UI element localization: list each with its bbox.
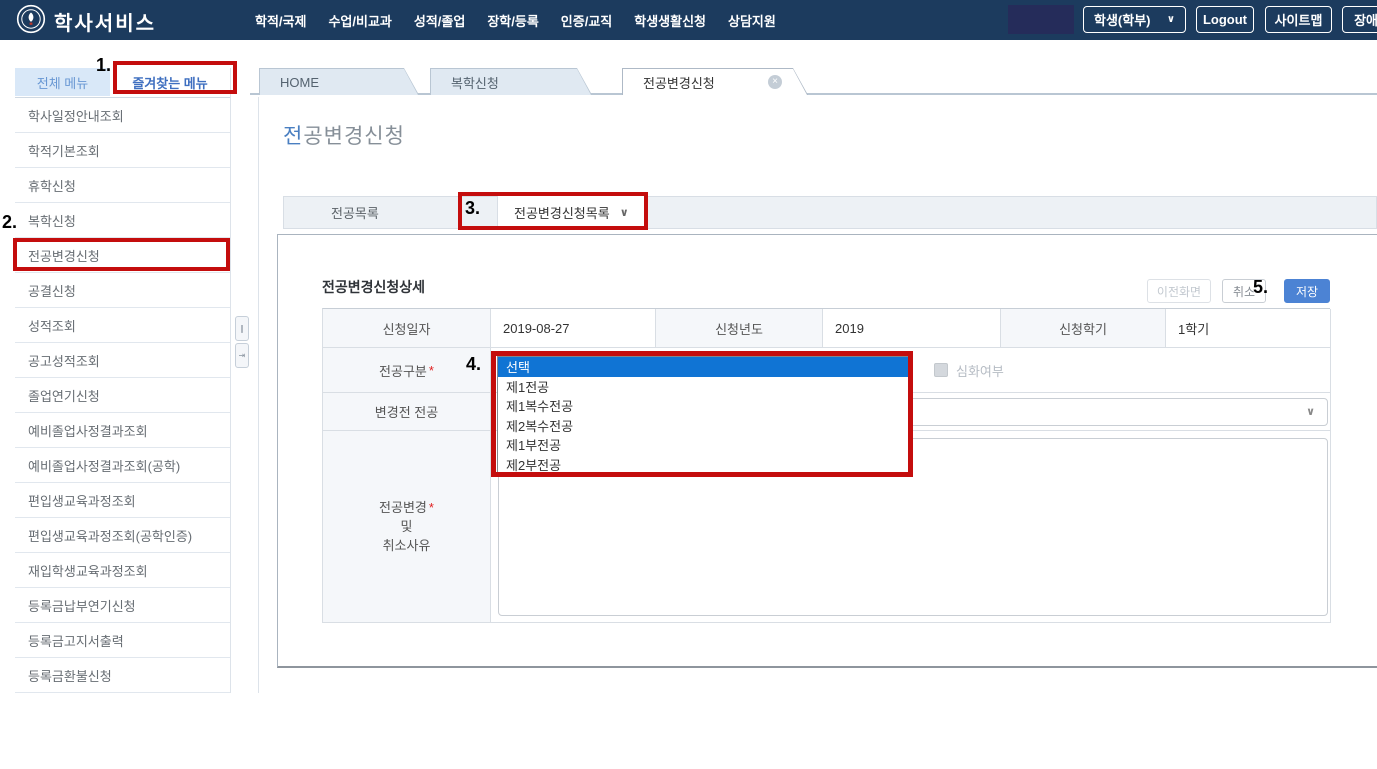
intensive-checkbox[interactable] [934,363,948,377]
academic-services-portal: 학사서비스 학적/국제 수업/비교과 성적/졸업 장학/등록 인증/교직 학생생… [0,0,1377,769]
value-application-year: 2019 [823,309,1001,348]
sidebar-item-return[interactable]: 복학신청 [15,203,230,238]
sidebar-item-leave[interactable]: 휴학신청 [15,168,230,203]
chevron-down-icon: ∨ [1167,14,1175,25]
sidebar-item-record[interactable]: 학적기본조회 [15,133,230,168]
sidebar-resize-handle[interactable]: ∥ [235,316,249,341]
sitemap-button[interactable]: 사이트맵 [1265,6,1332,33]
label-major-type: 전공구분* [323,348,491,393]
subtab-major-list[interactable]: 전공목록 [331,197,379,228]
dropdown-option-double-major2[interactable]: 제2복수전공 [498,416,910,436]
grip-icon: ∥ [240,324,244,333]
sidebar-item-absence[interactable]: 공결신청 [15,273,230,308]
user-name-redacted [1008,5,1074,34]
dropdown-option-minor2[interactable]: 제2부전공 [498,455,910,475]
app-title: 학사서비스 [54,7,156,36]
top-header: 학사서비스 학적/국제 수업/비교과 성적/졸업 장학/등록 인증/교직 학생생… [0,0,1377,40]
value-application-date: 2019-08-27 [491,309,656,348]
nav-item-hakjeok[interactable]: 학적/국제 [255,11,306,30]
subtab-bar: 전공목록 전공변경신청목록 ∨ [283,196,1377,229]
section-title: 전공변경신청상세 [322,277,425,297]
top-nav: 학적/국제 수업/비교과 성적/졸업 장학/등록 인증/교직 학생생활신청 상담… [255,0,776,40]
sidebar-item-pregrad-result-eng[interactable]: 예비졸업사정결과조회(공학) [15,448,230,483]
dropdown-option-double-major1[interactable]: 제1복수전공 [498,396,910,416]
sidebar-tab-favorites[interactable]: 즐겨찾는 메뉴 [110,68,230,96]
major-type-dropdown: 선택 제1전공 제1복수전공 제2복수전공 제1부전공 제2부전공 [497,356,911,475]
role-select-value: 학생(학부) [1094,10,1151,29]
label-previous-major: 변경전 전공 [323,393,491,431]
tab-major-change-application[interactable]: 전공변경신청 × [622,68,808,95]
tab-return-application[interactable]: 복학신청 [430,68,592,95]
intensive-checkbox-wrap: 심화여부 [934,361,1004,380]
cancel-button[interactable]: 취소 [1222,279,1266,303]
dropdown-option-major1[interactable]: 제1전공 [498,377,910,397]
sidebar-tab-all-menu[interactable]: 전체 메뉴 [15,68,110,96]
label-application-semester: 신청학기 [1001,309,1166,348]
sidebar-item-major-change[interactable]: 전공변경신청 [15,238,230,273]
intensive-checkbox-label: 심화여부 [956,361,1004,380]
nav-item-seongjeok[interactable]: 성적/졸업 [414,11,465,30]
tab-home[interactable]: HOME [259,68,419,95]
dropdown-option-minor1[interactable]: 제1부전공 [498,435,910,455]
required-asterisk: * [429,363,434,378]
sidebar-collapse-button[interactable]: ⇥ [235,343,249,368]
nav-item-injeung[interactable]: 인증/교직 [561,11,612,30]
nav-item-sueop[interactable]: 수업/비교과 [328,11,391,30]
subtab-application-list[interactable]: 전공변경신청목록 ∨ [497,196,645,229]
content-divider [258,97,259,693]
collapse-arrow-icon: ⇥ [239,351,246,360]
sidebar-divider [230,68,231,693]
label-application-year: 신청년도 [656,309,823,348]
chevron-down-icon: ∨ [620,206,629,219]
value-application-semester: 1학기 [1166,309,1331,348]
sidebar-item-pregrad-result[interactable]: 예비졸업사정결과조회 [15,413,230,448]
university-seal-icon [16,4,46,39]
sidebar-menu: 학사일정안내조회 학적기본조회 휴학신청 복학신청 전공변경신청 공결신청 성적… [15,97,230,693]
save-button[interactable]: 저장 [1284,279,1330,303]
dropdown-option-select[interactable]: 선택 [498,357,910,377]
sidebar-item-grades[interactable]: 성적조회 [15,308,230,343]
accessibility-button[interactable]: 장애접수 [1342,6,1377,33]
close-tab-icon[interactable]: × [768,75,782,89]
page-title: 전공변경신청 [283,120,405,150]
tabbar-baseline [250,93,1377,95]
sidebar-item-transfer-curriculum[interactable]: 편입생교육과정조회 [15,483,230,518]
chevron-down-icon: ∨ [1306,405,1315,418]
previous-screen-button[interactable]: 이전화면 [1147,279,1211,303]
sidebar-item-readmit-curriculum[interactable]: 재입학생교육과정조회 [15,553,230,588]
logout-button[interactable]: Logout [1196,6,1254,33]
role-select[interactable]: 학생(학부) ∨ [1083,6,1186,33]
label-change-reason: 전공변경* 및 취소사유 [323,431,491,623]
sidebar-item-tuition-delay[interactable]: 등록금납부연기신청 [15,588,230,623]
nav-item-sangdam[interactable]: 상담지원 [728,11,776,30]
sidebar-item-tuition-bill[interactable]: 등록금고지서출력 [15,623,230,658]
sidebar-item-posted-grades[interactable]: 공고성적조회 [15,343,230,378]
sidebar-item-transfer-curriculum-eng[interactable]: 편입생교육과정조회(공학인증) [15,518,230,553]
nav-item-janghak[interactable]: 장학/등록 [487,11,538,30]
logo-area[interactable]: 학사서비스 [16,4,156,39]
label-application-date: 신청일자 [323,309,491,348]
required-asterisk: * [429,500,434,515]
nav-item-haksaeng[interactable]: 학생생활신청 [634,11,706,30]
sidebar-item-tuition-refund[interactable]: 등록금환불신청 [15,658,230,693]
sidebar-item-schedule[interactable]: 학사일정안내조회 [15,98,230,133]
sidebar-item-grad-delay[interactable]: 졸업연기신청 [15,378,230,413]
